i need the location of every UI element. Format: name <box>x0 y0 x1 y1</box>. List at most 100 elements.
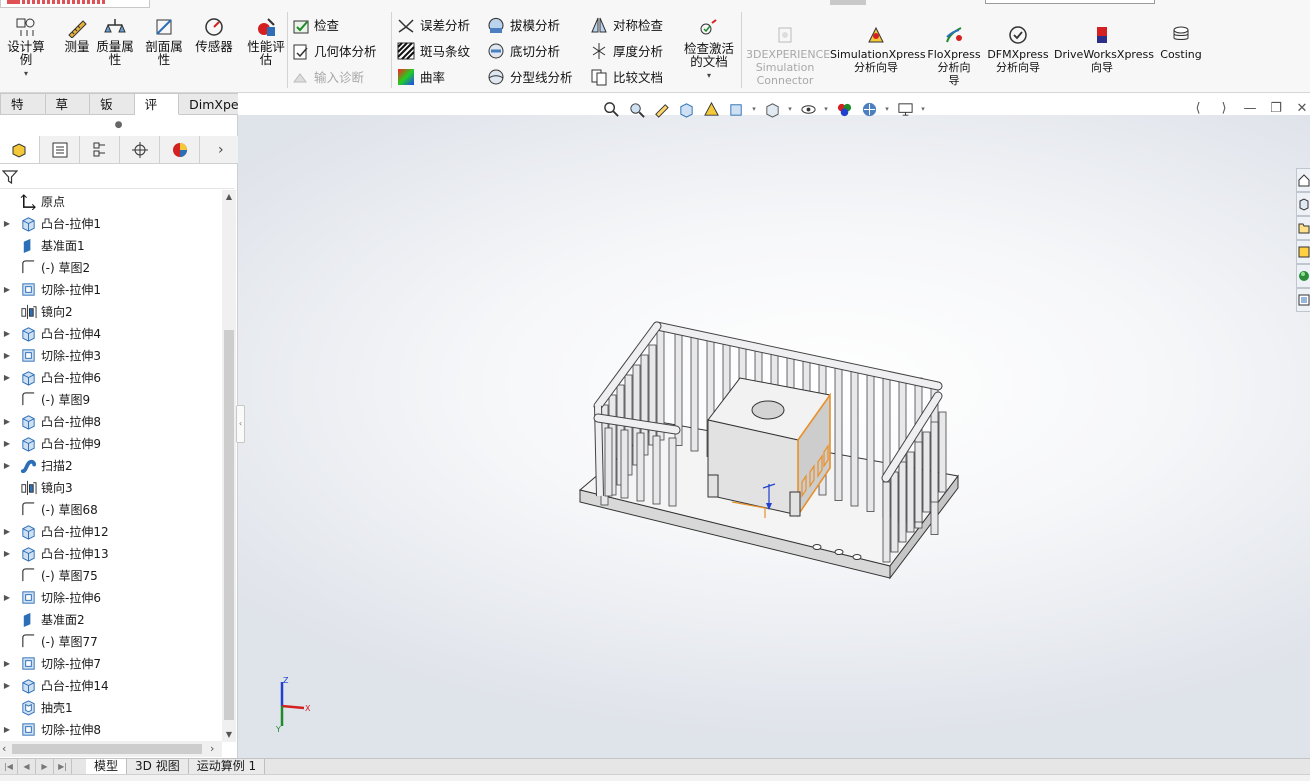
tree-node[interactable]: (-) 草图77 <box>0 630 222 652</box>
expand-arrow-icon[interactable]: ▶ <box>1 593 13 602</box>
tree-node[interactable]: (-) 草图68 <box>0 498 222 520</box>
manager-tabs-more-button[interactable]: › <box>218 142 224 158</box>
tree-node[interactable]: ▶ 切除-拉伸1 <box>0 278 222 300</box>
design-library-tab[interactable] <box>1296 192 1310 216</box>
tree-node[interactable]: 抽壳1 <box>0 696 222 718</box>
tree-node[interactable]: ▶ 凸台-拉伸13 <box>0 542 222 564</box>
hide-show-items-icon[interactable] <box>797 99 819 119</box>
section-properties-button[interactable]: 剖面属 性 <box>141 16 187 66</box>
dropdown-caret[interactable]: ▾ <box>4 67 48 80</box>
last-page-icon[interactable]: ▶| <box>54 759 72 774</box>
apply-scene-caret[interactable]: ▾ <box>883 99 891 119</box>
bottom-tab-1[interactable]: 3D 视图 <box>127 759 189 774</box>
tree-node[interactable]: ▶ 凸台-拉伸14 <box>0 674 222 696</box>
bottom-tab-2[interactable]: 运动算例 1 <box>188 759 266 774</box>
expand-arrow-icon[interactable]: ▶ <box>1 219 13 228</box>
tab-3[interactable]: 评估 <box>134 93 180 133</box>
dimxpertmanager-tab[interactable] <box>120 136 160 163</box>
tree-vertical-scrollbar[interactable]: ▲ ▼ <box>222 190 236 742</box>
expand-arrow-icon[interactable]: ▶ <box>1 439 13 448</box>
tree-node[interactable]: ▶ 切除-拉伸3 <box>0 344 222 366</box>
zoom-to-fit-icon[interactable] <box>600 99 622 119</box>
compare-documents-button[interactable]: 比较文档 <box>590 68 663 86</box>
tree-node[interactable]: ▶ 扫描2 <box>0 454 222 476</box>
previous-view-icon[interactable] <box>650 99 672 119</box>
tree-node[interactable]: ▶ 凸台-拉伸6 <box>0 366 222 388</box>
expand-arrow-icon[interactable]: ▶ <box>1 659 13 668</box>
next-window-icon[interactable]: ⟩ <box>1216 100 1232 116</box>
parting-line-analysis-button[interactable]: 分型线分析 <box>487 68 573 86</box>
prev-page-icon[interactable]: ◀ <box>18 759 36 774</box>
simulationxpress-button[interactable]: SimulationXpress 分析向导 <box>830 24 926 74</box>
draft-analysis-button[interactable]: 拔模分析 <box>487 16 560 34</box>
display-style-caret[interactable]: ▾ <box>786 99 794 119</box>
tree-node[interactable]: (-) 草图75 <box>0 564 222 586</box>
tab-0[interactable]: 特征 <box>0 93 46 133</box>
zebra-stripes-button[interactable]: 斑马条纹 <box>397 42 470 60</box>
view-palette-tab[interactable] <box>1296 240 1310 264</box>
close-icon[interactable]: ✕ <box>1294 100 1310 116</box>
symmetry-check-button[interactable]: 对称检查 <box>590 16 663 34</box>
minimize-icon[interactable]: — <box>1242 100 1258 116</box>
tree-node[interactable]: ▶ 切除-拉伸8 <box>0 718 222 740</box>
tree-node[interactable]: 镜向2 <box>0 300 222 322</box>
expand-arrow-icon[interactable]: ▶ <box>1 351 13 360</box>
tree-node[interactable]: 基准面1 <box>0 234 222 256</box>
expand-arrow-icon[interactable]: ▶ <box>1 417 13 426</box>
next-page-icon[interactable]: ▶ <box>36 759 54 774</box>
tree-node[interactable]: (-) 草图9 <box>0 388 222 410</box>
tree-node[interactable]: ▶ 凸台-拉伸9 <box>0 432 222 454</box>
costing-button[interactable]: Costing <box>1156 24 1206 61</box>
tree-node[interactable]: ▶ 凸台-拉伸4 <box>0 322 222 344</box>
tree-node[interactable]: ▶ 切除-拉伸6 <box>0 586 222 608</box>
display-style-icon[interactable] <box>761 99 783 119</box>
configurationmanager-tab[interactable] <box>80 136 120 163</box>
expand-arrow-icon[interactable]: ▶ <box>1 549 13 558</box>
edit-appearance-icon[interactable] <box>833 99 855 119</box>
tree-node[interactable]: 镜向3 <box>0 476 222 498</box>
tree-node[interactable]: (-) 草图2 <box>0 256 222 278</box>
expand-arrow-icon[interactable]: ▶ <box>1 373 13 382</box>
expand-arrow-icon[interactable]: ▶ <box>1 461 13 470</box>
tree-node[interactable]: 原点 <box>0 190 222 212</box>
hide-show-caret[interactable]: ▾ <box>822 99 830 119</box>
prev-window-icon[interactable]: ⟨ <box>1190 100 1206 116</box>
design-study-button[interactable]: 设计算 例 ▾ <box>4 16 48 80</box>
tree-node[interactable]: ▶ 凸台-拉伸8 <box>0 410 222 432</box>
search-box[interactable] <box>985 0 1155 4</box>
geometry-analysis-button[interactable]: 几何体分析 <box>291 42 377 60</box>
view-settings-caret[interactable]: ▾ <box>919 99 927 119</box>
dfmxpress-button[interactable]: DFMXpress 分析向导 <box>986 24 1050 74</box>
bottom-tab-0[interactable]: 模型 <box>86 759 128 774</box>
thickness-analysis-button[interactable]: 厚度分析 <box>590 42 663 60</box>
tree-node[interactable]: 基准面2 <box>0 608 222 630</box>
view-settings-icon[interactable] <box>894 99 916 119</box>
curvature-button[interactable]: 曲率 <box>397 68 445 86</box>
mass-properties-button[interactable]: 质量属 性 <box>92 16 138 66</box>
apply-scene-icon[interactable] <box>858 99 880 119</box>
dynamic-annotation-icon[interactable] <box>700 99 722 119</box>
tree-horizontal-scrollbar[interactable]: ‹ › <box>0 741 222 757</box>
propertymanager-tab[interactable] <box>40 136 80 163</box>
view-orientation-caret[interactable]: ▾ <box>750 99 758 119</box>
expand-arrow-icon[interactable]: ▶ <box>1 527 13 536</box>
expand-arrow-icon[interactable]: ▶ <box>1 681 13 690</box>
section-view-icon[interactable] <box>675 99 697 119</box>
tree-node[interactable]: ▶ 切除-拉伸7 <box>0 652 222 674</box>
tree-node[interactable]: ▶ 凸台-拉伸1 <box>0 212 222 234</box>
home-tab[interactable] <box>1296 168 1310 192</box>
featuremanager-tab[interactable] <box>0 136 40 163</box>
check-button[interactable]: 检查 <box>291 16 339 34</box>
performance-evaluation-button[interactable]: 性能评 估 <box>243 16 289 66</box>
tree-filter[interactable] <box>0 165 234 189</box>
3dexperience-button[interactable]: 3DEXPERIENCE Simulation Connector <box>746 24 830 87</box>
deviation-analysis-button[interactable]: 误差分析 <box>397 16 470 34</box>
3d-model-view[interactable] <box>560 300 980 600</box>
restore-icon[interactable]: ❐ <box>1268 100 1284 116</box>
sensor-button[interactable]: 传感器 <box>191 16 237 53</box>
panel-collapse-handle[interactable]: ‹ <box>236 405 245 443</box>
expand-arrow-icon[interactable]: ▶ <box>1 725 13 734</box>
displaymanager-tab[interactable] <box>160 136 200 163</box>
appearances-tab[interactable] <box>1296 264 1310 288</box>
tree-node[interactable]: ▶ 凸台-拉伸12 <box>0 520 222 542</box>
